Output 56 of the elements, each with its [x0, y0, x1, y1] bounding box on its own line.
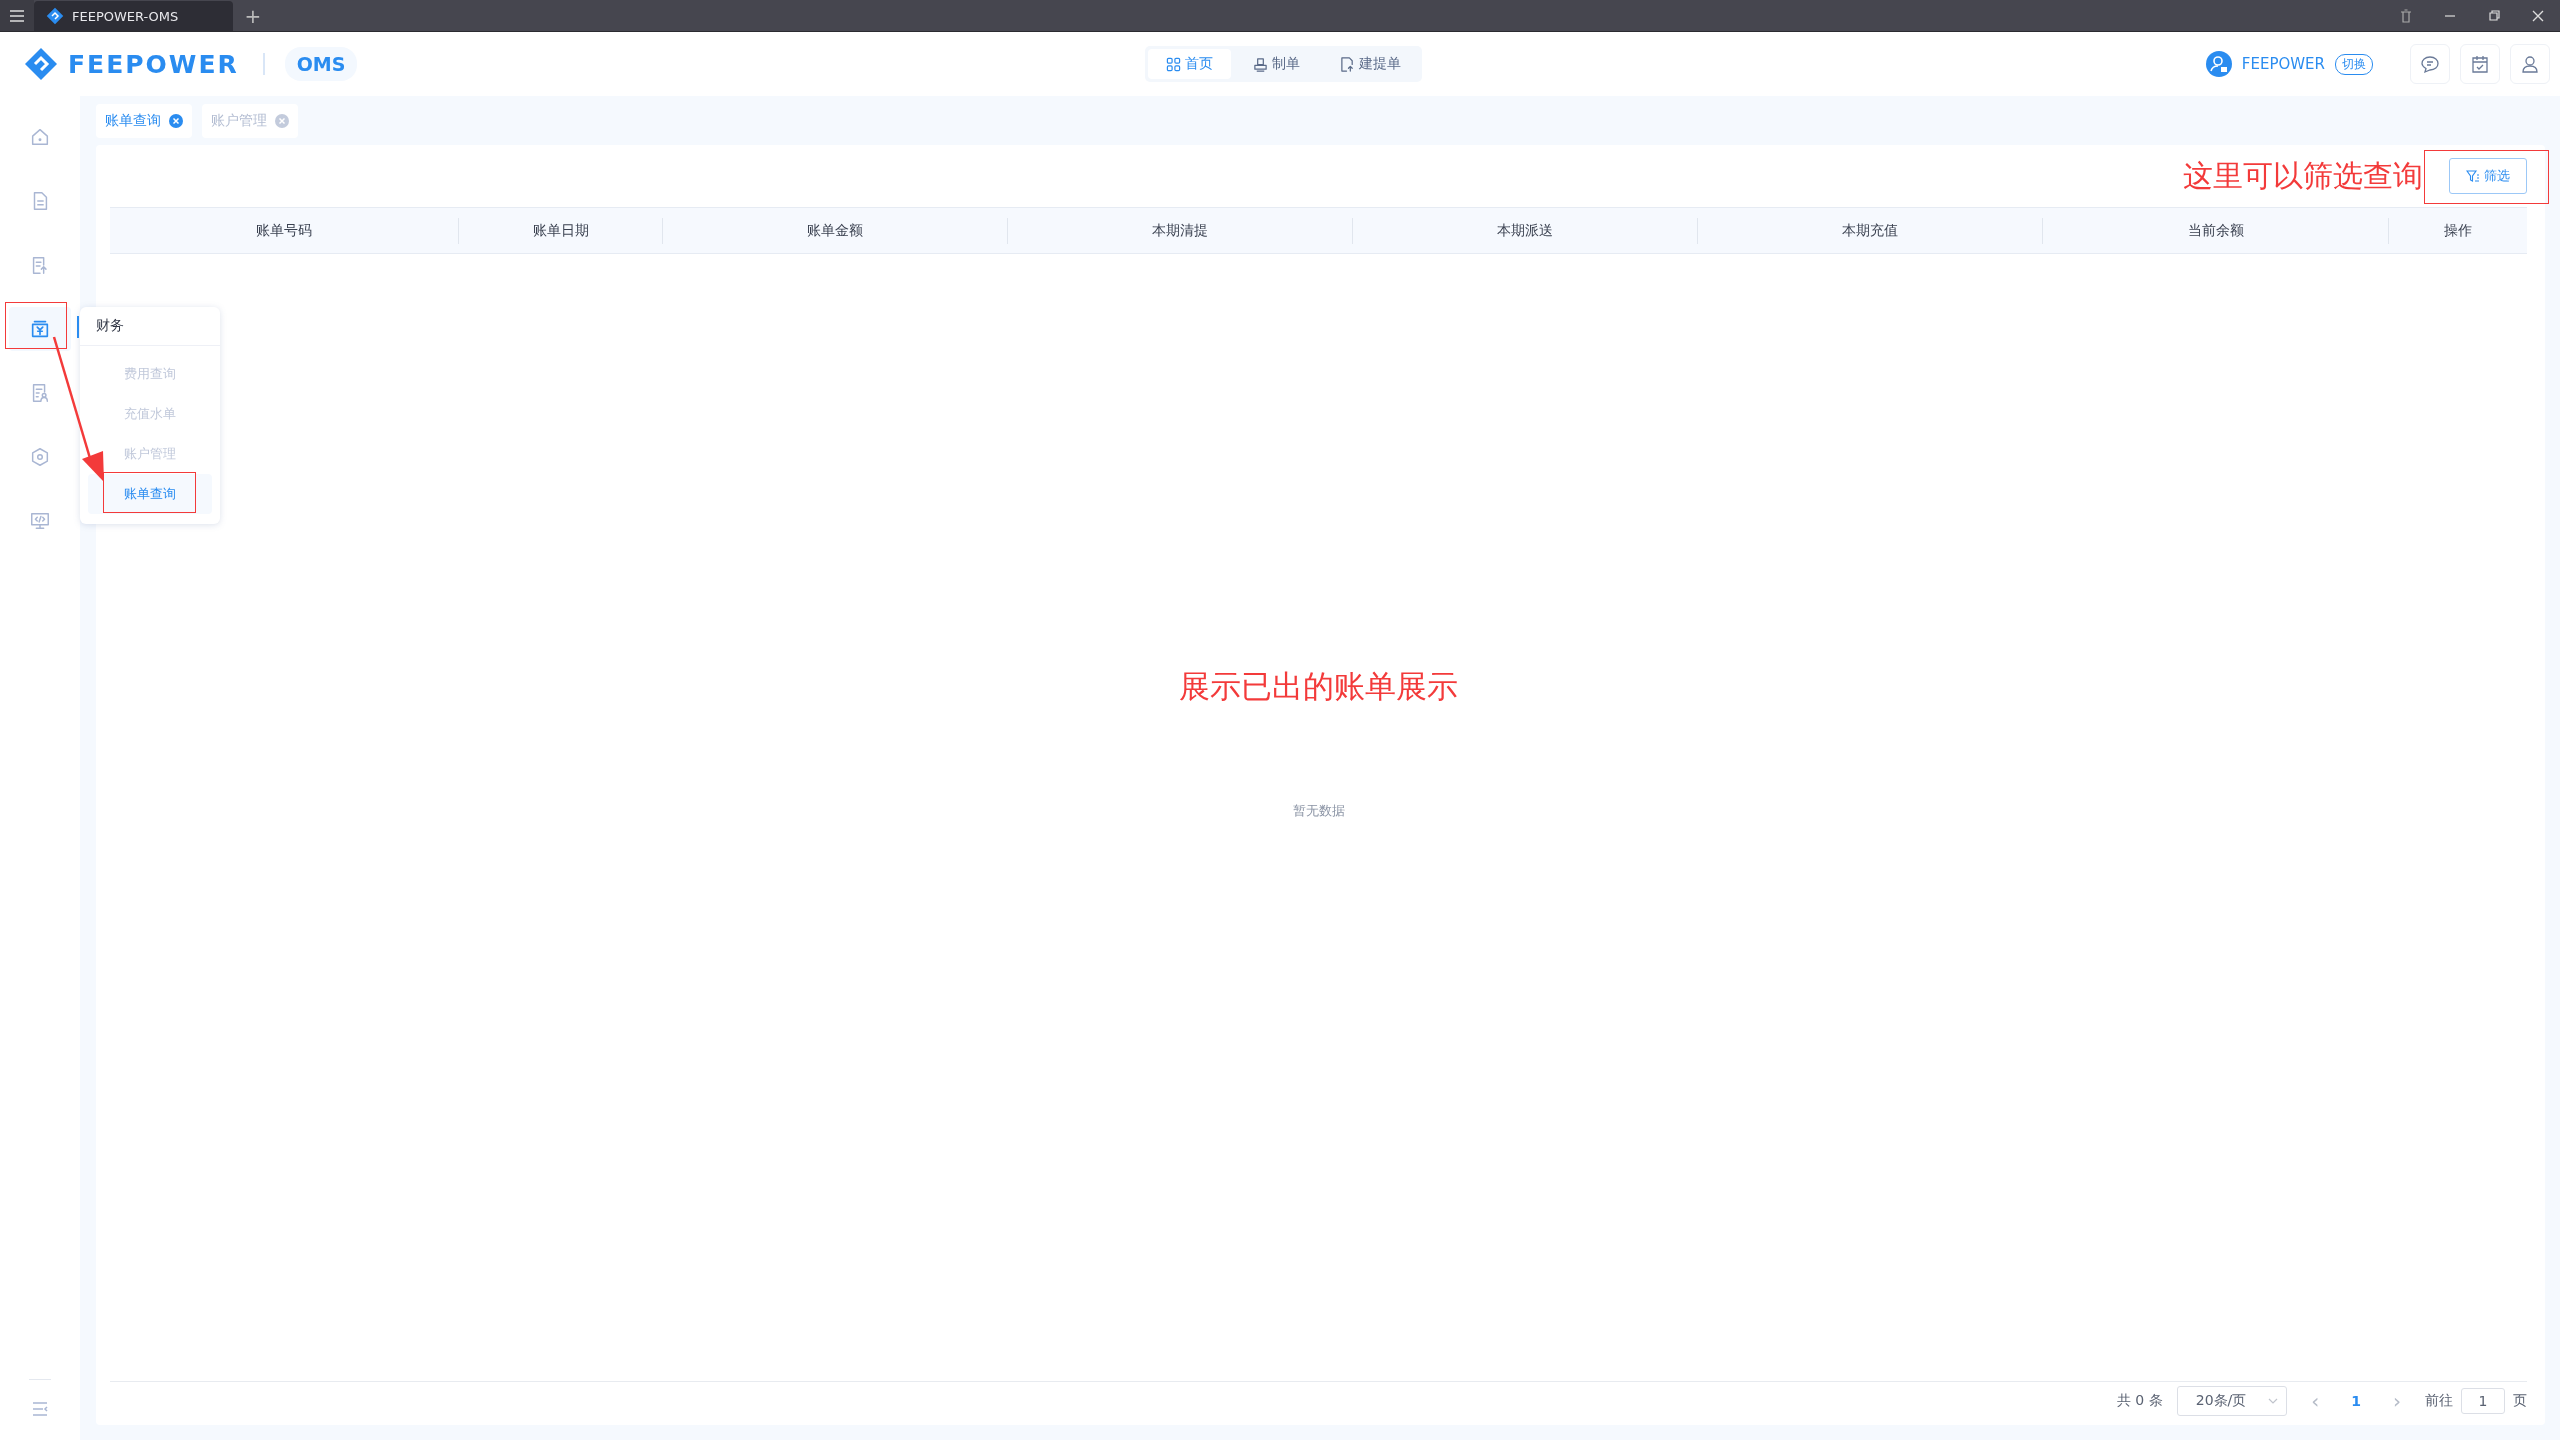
stamp-icon: [1253, 56, 1269, 72]
home-icon: [29, 126, 51, 148]
tab-title: FEEPOWER-OMS: [72, 8, 179, 24]
page-suffix: 页: [2513, 1392, 2527, 1410]
column-header: 账单号码: [256, 221, 312, 240]
filter-icon: [2466, 169, 2480, 183]
page-size-select[interactable]: 20条/页: [2176, 1386, 2288, 1416]
annotation-text: 展示已出的账单展示: [1179, 667, 1458, 706]
page-tab[interactable]: 账单查询: [96, 104, 192, 138]
empty-state-text: 暂无数据: [1292, 802, 1345, 820]
diamond-logo-icon: [24, 47, 58, 81]
nav-tab[interactable]: 首页: [1148, 49, 1232, 79]
brand-name: FEEPOWER: [68, 49, 239, 79]
switch-button[interactable]: 切换: [2335, 53, 2373, 75]
nav-tab[interactable]: 制单: [1235, 49, 1319, 79]
close-icon[interactable]: [169, 114, 183, 128]
next-page-button[interactable]: ›: [2383, 1389, 2411, 1413]
column-header: 本期充值: [1842, 221, 1898, 240]
profile-button[interactable]: [2510, 44, 2550, 84]
calendar-button[interactable]: [2460, 44, 2500, 84]
diamond-logo-icon: [46, 7, 64, 25]
user-avatar-icon: [2205, 51, 2232, 77]
product-badge: OMS: [284, 47, 358, 81]
yen-wallet-icon: [29, 318, 51, 340]
new-tab-button[interactable]: +: [233, 0, 273, 31]
column-header: 本期清提: [1152, 221, 1208, 240]
message-button[interactable]: [2410, 44, 2450, 84]
highlight-box: [5, 302, 67, 349]
goto-label: 前往: [2425, 1392, 2453, 1410]
column-header: 账单金额: [807, 221, 863, 240]
column-header: 本期派送: [1497, 221, 1553, 240]
total-count: 共 0 条: [2116, 1392, 2163, 1410]
user-icon: [2520, 54, 2540, 74]
menu-icon[interactable]: [9, 8, 25, 23]
menu-item[interactable]: 账单查询: [88, 474, 212, 514]
document-upload-icon: [1340, 56, 1356, 72]
hexagon-icon: [29, 446, 51, 468]
page-input[interactable]: 1: [2461, 1388, 2505, 1414]
menu-title: 财务: [96, 317, 124, 335]
sidebar-item[interactable]: [9, 307, 71, 351]
calendar-check-icon: [2470, 54, 2490, 74]
annotation-text: 这里可以筛选查询: [2183, 156, 2423, 195]
chevron-down-icon: [2268, 1397, 2279, 1405]
page-tab[interactable]: 账户管理: [202, 104, 298, 138]
grid-icon: [1166, 56, 1182, 72]
user-name: FEEPOWER: [2241, 55, 2325, 73]
chat-icon: [2420, 54, 2440, 74]
monitor-code-icon: [29, 510, 51, 532]
previous-page-button[interactable]: ‹: [2301, 1389, 2330, 1413]
column-header: 账单日期: [532, 221, 589, 240]
page-number[interactable]: 1: [2343, 1393, 2369, 1409]
column-header: 操作: [2444, 221, 2472, 240]
column-header: 当前余额: [2187, 221, 2244, 240]
nav-tab[interactable]: 建提单: [1322, 49, 1420, 79]
browser-tab[interactable]: FEEPOWER-OMS: [34, 1, 233, 31]
filter-button[interactable]: 筛选: [2449, 158, 2527, 194]
